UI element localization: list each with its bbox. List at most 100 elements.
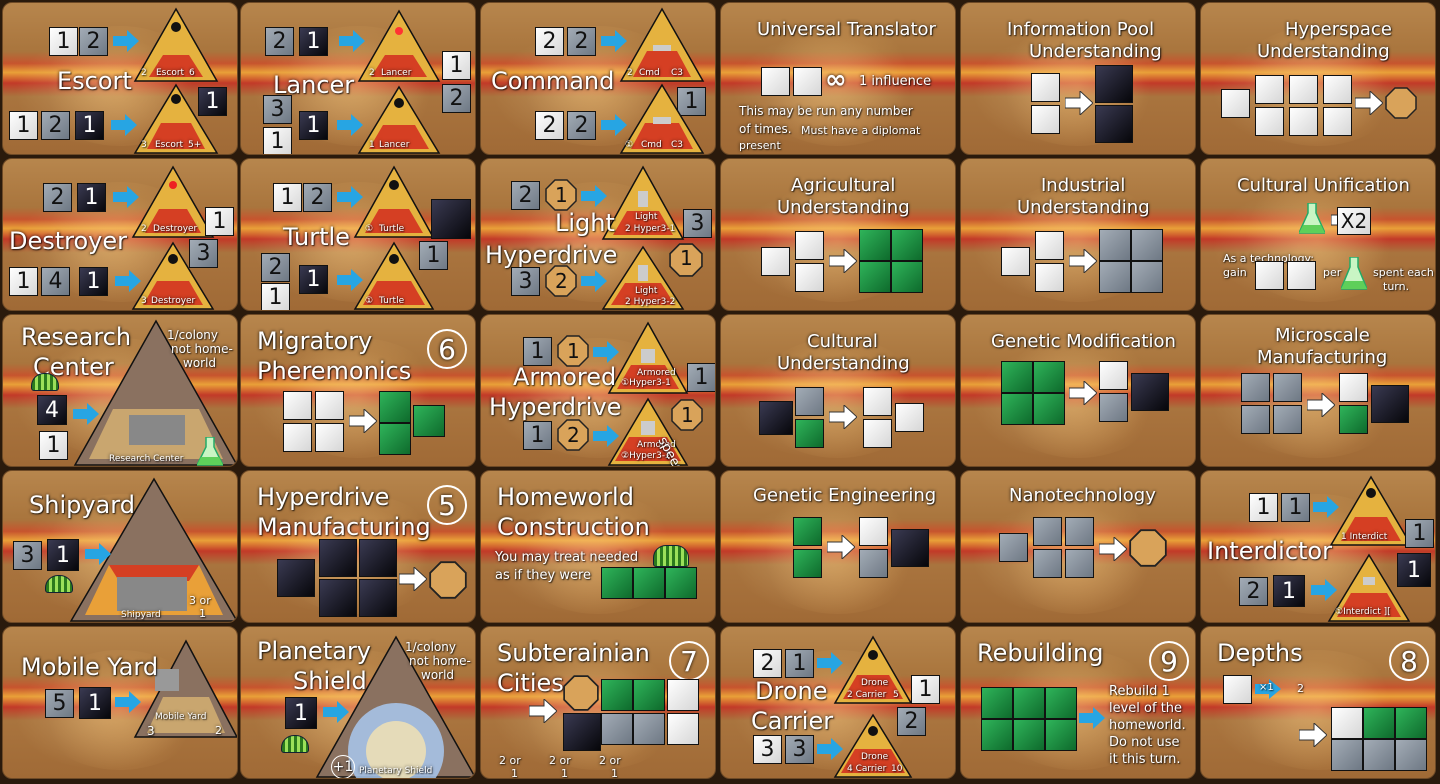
card-lancer[interactable]: 2 1 Lancer 2 Lancer 1 2 3 1 1 1 Lancer <box>240 2 476 155</box>
convert-arrow-icon <box>1069 249 1097 273</box>
level-box: 1 <box>1281 493 1310 522</box>
card-genetic-modification[interactable]: Genetic Modification <box>960 314 1196 467</box>
card-drone-carrier[interactable]: 2 1 Drone 2 Carrier 5 1 Drone 2 Carrier … <box>720 626 956 779</box>
card-interdictor[interactable]: 1 1 1 Interdict 1 Interdictor 1 2 1 ①Int… <box>1200 470 1436 623</box>
level-box: 2 <box>567 27 596 56</box>
ship-label: ①Hyper3-1 <box>621 378 671 388</box>
card-genetic-engineering[interactable]: Genetic Engineering <box>720 470 956 623</box>
resource-tile <box>859 549 888 578</box>
resource-tile <box>277 559 315 597</box>
multiplier-box: X2 <box>1337 207 1371 235</box>
card-agricultural[interactable]: Agricultural Understanding <box>720 158 956 311</box>
level-box: 1 <box>263 127 292 154</box>
card-armored-hyperdrive[interactable]: 1 1 Armored Armored ①Hyper3-1 1 Hyperdri… <box>480 314 716 467</box>
ship-label: 1 Interdict <box>1341 532 1388 542</box>
card-title: Mobile Yard <box>21 653 159 681</box>
card-command[interactable]: 2 2 Command 2 Cmd C3 1 2 2 ① Cmd C3 <box>480 2 716 155</box>
card-migratory-pheremonics[interactable]: Migratory Pheremonics 6 <box>240 314 476 467</box>
resource-tile <box>1099 393 1128 422</box>
card-description: turn. <box>1383 280 1410 293</box>
convert-arrow-icon <box>829 249 857 273</box>
level-box: 2 <box>535 27 564 56</box>
card-title: Shipyard <box>29 491 135 519</box>
ship-tag: Drone <box>861 752 889 762</box>
resource-tile <box>863 419 892 448</box>
card-title: Understanding <box>1029 41 1162 62</box>
level-box: 3 <box>683 209 712 238</box>
card-shipyard[interactable]: Shipyard 3 1 Shipyard 3 or 1 <box>2 470 238 623</box>
resource-tile <box>859 229 891 261</box>
resource-tile <box>1045 719 1077 751</box>
ship-level: ① <box>365 224 374 234</box>
card-escort[interactable]: 1 2 Escort 2 Escort 6 1 1 2 1 3 Escort 5… <box>2 2 238 155</box>
card-cultural-unification[interactable]: Cultural Unification X2 As a technology:… <box>1200 158 1436 311</box>
resource-tile <box>859 517 888 546</box>
ship-level: 3 <box>141 140 147 150</box>
card-nanotechnology[interactable]: Nanotechnology <box>960 470 1196 623</box>
card-rebuilding[interactable]: Rebuilding 9 Rebuild 1 level of the home… <box>960 626 1196 779</box>
card-information-pool[interactable]: Information Pool Understanding <box>960 2 1196 155</box>
level-box: 2 <box>41 111 70 140</box>
level-box: 1 <box>1273 575 1305 607</box>
ship-level: 2 <box>627 68 633 78</box>
ship-name: Lancer <box>379 140 410 150</box>
card-title: Drone <box>755 677 828 705</box>
resource-tile <box>1033 393 1065 425</box>
resource-tile <box>1033 549 1062 578</box>
card-homeworld-construction[interactable]: Homeworld Construction You may treat nee… <box>480 470 716 623</box>
ship-label: 2 Carrier <box>847 690 887 700</box>
ship-label: 2 Hyper3-1 <box>625 224 676 234</box>
card-mobile-yard[interactable]: Mobile Yard 5 1 Mobile Yard 3 2 <box>2 626 238 779</box>
resource-tile <box>1131 261 1163 293</box>
ship-tag: Armored <box>637 368 676 378</box>
level-box: 1 <box>299 111 328 140</box>
card-industrial[interactable]: Industrial Understanding <box>960 158 1196 311</box>
option-label: 1 <box>199 607 206 620</box>
cost-badge: 7 <box>669 641 709 681</box>
level-box: 2 <box>79 27 108 56</box>
resource-tile <box>633 713 665 745</box>
resource-tile <box>999 533 1028 562</box>
resource-tile <box>1273 373 1302 402</box>
resource-tile <box>1323 75 1352 104</box>
card-cultural-understanding[interactable]: Cultural Understanding <box>720 314 956 467</box>
card-description: gain <box>1223 266 1247 279</box>
card-light-hyperdrive[interactable]: 2 1 Light Light 2 Hyper3-1 3 Hyperdrive … <box>480 158 716 311</box>
card-title: Pheremonics <box>257 357 412 385</box>
resource-tile <box>1001 393 1033 425</box>
card-subterainian-cities[interactable]: Subterainian Cities 7 2 or 1 2 or 1 2 or… <box>480 626 716 779</box>
card-destroyer[interactable]: 2 1 2 Destroyer 1 Destroyer 3 1 4 1 3 De… <box>2 158 238 311</box>
level-box: 4 <box>37 395 67 425</box>
card-title: Turtle <box>283 223 350 251</box>
convert-arrow-icon <box>1099 537 1127 561</box>
card-description: as if they were <box>495 568 592 583</box>
card-turtle[interactable]: 1 2 ① Turtle Turtle 1 2 1 1 ① Turtle <box>240 158 476 311</box>
level-box: 3 <box>753 735 782 764</box>
resource-tile <box>759 401 793 435</box>
building-caption: Mobile Yard <box>155 712 207 722</box>
card-hyperspace[interactable]: Hyperspace Understanding <box>1200 2 1436 155</box>
building-caption: Planetary Shield <box>359 766 433 776</box>
card-description: Must have a diplomat <box>801 124 921 137</box>
resource-tile <box>891 229 923 261</box>
card-title: Industrial <box>1041 175 1126 196</box>
level-box: 1 <box>39 431 68 460</box>
card-planetary-shield[interactable]: Planetary Shield 1/colony not home- worl… <box>240 626 476 779</box>
colony-dome-icon <box>281 735 309 753</box>
ship-name: Destroyer <box>151 296 196 306</box>
card-hyperdrive-manufacturing[interactable]: Hyperdrive Manufacturing 5 <box>240 470 476 623</box>
ship-label: ①Interdict ][ <box>1335 607 1391 617</box>
resource-tile <box>863 387 892 416</box>
card-note: 1/colony <box>167 328 218 342</box>
card-research-center[interactable]: Research Center 1/colony not home- world… <box>2 314 238 467</box>
resource-tile <box>1363 739 1395 771</box>
resource-tile <box>1001 361 1033 393</box>
hex-value: 2 <box>555 269 568 293</box>
card-microscale-manufacturing[interactable]: Microscale Manufacturing <box>1200 314 1436 467</box>
card-title: Escort <box>57 67 132 95</box>
resource-tile <box>1241 373 1270 402</box>
resource-tile <box>563 713 601 751</box>
level-box: 1 <box>911 675 940 704</box>
card-universal-translator[interactable]: Universal Translator ∞ 1 influence This … <box>720 2 956 155</box>
card-depths[interactable]: Depths 8 ×1 2 <box>1200 626 1436 779</box>
